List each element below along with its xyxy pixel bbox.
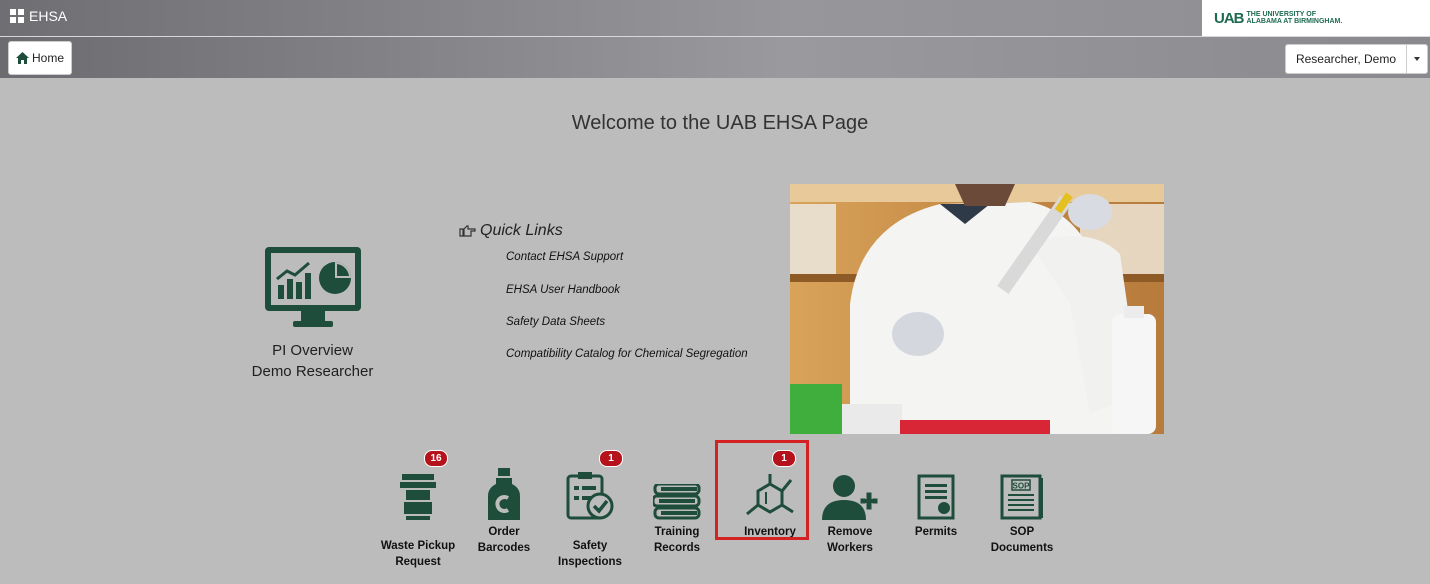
quick-link-contact-support[interactable]: Contact EHSA Support [506, 251, 623, 263]
quick-link-user-handbook[interactable]: EHSA User Handbook [506, 284, 620, 296]
tile-label: Barcodes [477, 542, 531, 554]
tile-label: Permits [914, 526, 958, 538]
tile-order-barcodes[interactable]: Order Barcodes [454, 458, 554, 556]
tile-label: Waste Pickup [380, 540, 456, 552]
quick-link-compatibility-catalog[interactable]: Compatibility Catalog for Chemical Segre… [506, 348, 748, 360]
tile-label: Remove [827, 526, 873, 538]
tile-sop-documents[interactable]: SOP SOP Documents [972, 458, 1072, 556]
dashboard-monitor-icon [264, 247, 361, 327]
add-user-icon [822, 475, 878, 520]
bottle-icon [488, 468, 520, 520]
app-brand[interactable]: EHSA [10, 8, 67, 24]
svg-text:SOP: SOP [1013, 482, 1031, 491]
books-icon [653, 484, 701, 520]
pi-overview-caption: PI Overview Demo Researcher [251, 342, 374, 380]
tile-label: Documents [990, 542, 1054, 554]
page-title: Welcome to the UAB EHSA Page [571, 112, 869, 134]
apps-grid-icon [10, 9, 24, 23]
quick-link-safety-data-sheets[interactable]: Safety Data Sheets [506, 316, 605, 328]
user-menu-label[interactable]: Researcher, Demo [1286, 45, 1407, 73]
tile-label: Workers [827, 542, 873, 554]
uab-logo: UAB THE UNIVERSITY OF ALABAMA AT BIRMING… [1202, 0, 1430, 36]
tile-remove-workers[interactable]: Remove Workers [800, 458, 900, 556]
tile-label: Inventory [744, 526, 796, 538]
home-button-label: Home [31, 51, 64, 65]
tile-training-records[interactable]: Training Records [627, 458, 727, 556]
permit-icon [917, 474, 955, 520]
home-button[interactable]: Home [8, 41, 72, 75]
tile-label: Inspections [558, 556, 622, 568]
user-menu-toggle[interactable] [1407, 45, 1427, 73]
top-header: EHSA UAB THE UNIVERSITY OF ALABAMA AT BI… [0, 0, 1430, 37]
tile-label: Records [653, 542, 701, 554]
uab-logo-mark: UAB [1214, 9, 1244, 27]
molecule-icon [746, 474, 794, 516]
navbar: Home Researcher, Demo [0, 37, 1430, 78]
inventory-count-badge: 1 [772, 450, 796, 467]
tile-label: Order [488, 526, 520, 538]
user-menu[interactable]: Researcher, Demo [1284, 44, 1428, 74]
tile-label: Safety [572, 540, 608, 552]
tile-label: Training [654, 526, 700, 538]
tile-safety-inspections[interactable]: 1 Safety Inspections [540, 450, 640, 570]
waste-pickup-count-badge: 16 [424, 450, 448, 467]
tile-label: Request [395, 556, 441, 568]
app-title: EHSA [29, 8, 68, 24]
sop-document-icon: SOP [1000, 474, 1043, 520]
home-icon [15, 52, 29, 64]
checklist-icon [566, 472, 614, 520]
waste-container-icon [400, 474, 436, 520]
tile-permits[interactable]: Permits [886, 458, 986, 540]
pi-overview-link[interactable]: PI Overview Demo Researcher [245, 245, 380, 382]
quick-links-heading: Quick Links [459, 222, 563, 240]
uab-logo-text: THE UNIVERSITY OF ALABAMA AT BIRMINGHAM. [1246, 11, 1343, 25]
chevron-down-icon [1414, 57, 1420, 61]
pointing-hand-icon [459, 225, 476, 237]
safety-inspections-count-badge: 1 [599, 450, 623, 467]
lab-researcher-photo [790, 184, 1164, 434]
tile-label: SOP [1009, 526, 1035, 538]
tile-waste-pickup[interactable]: 16 Waste Pickup Request [368, 450, 468, 570]
